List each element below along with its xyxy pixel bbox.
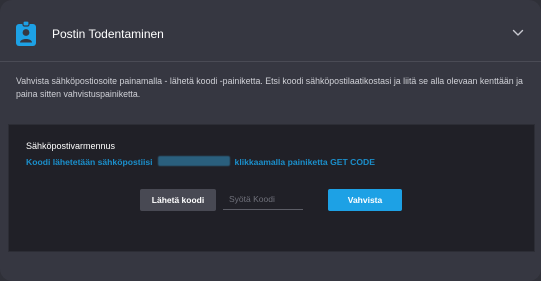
code-info-suffix: klikkaamalla painiketta GET CODE — [234, 157, 375, 167]
instructions-text: Vahvista sähköpostiosoite painamalla - l… — [16, 76, 523, 99]
verification-title: Sähköpostivarmennus — [26, 141, 116, 151]
verification-panel: Sähköpostivarmennus Koodi lähetetään säh… — [8, 124, 535, 252]
page-title: Postin Todentaminen — [52, 27, 164, 41]
code-input[interactable] — [223, 189, 303, 210]
masked-email — [157, 156, 230, 166]
send-code-button[interactable]: Lähetä koodi — [140, 189, 216, 211]
code-info-text: Koodi lähetetään sähköpostiisi klikkaamal… — [26, 156, 375, 167]
card-header[interactable]: Postin Todentaminen — [0, 0, 541, 62]
email-verification-card: Postin Todentaminen Vahvista sähköpostio… — [0, 0, 541, 281]
code-info-prefix: Koodi lähetetään sähköpostiisi — [26, 157, 153, 167]
confirm-button[interactable]: Vahvista — [328, 189, 402, 211]
id-badge-icon — [16, 21, 36, 46]
chevron-down-icon[interactable] — [512, 29, 524, 37]
